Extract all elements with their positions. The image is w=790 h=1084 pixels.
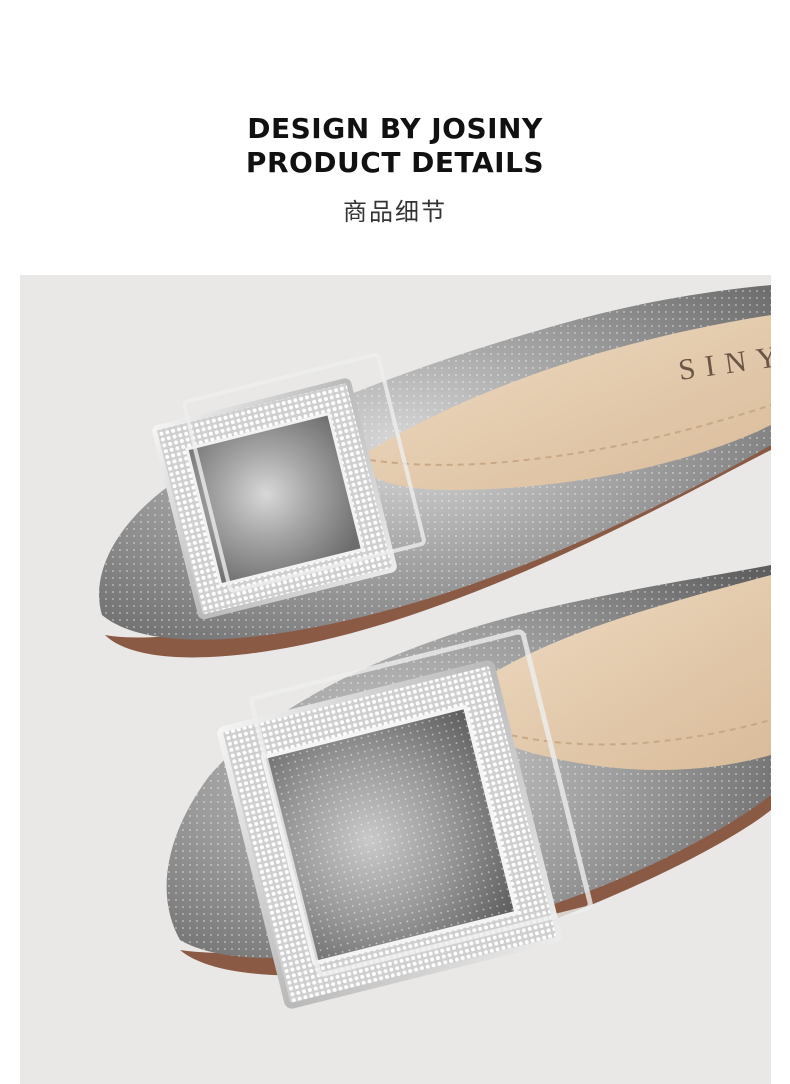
- page-header: DESIGN BY JOSINY PRODUCT DETAILS 商品细节: [0, 0, 790, 275]
- section-subtitle: 商品细节: [343, 198, 447, 226]
- brand-title: DESIGN BY JOSINY: [247, 112, 543, 145]
- product-detail-photo: SINY: [20, 275, 771, 1084]
- section-title: PRODUCT DETAILS: [245, 146, 545, 179]
